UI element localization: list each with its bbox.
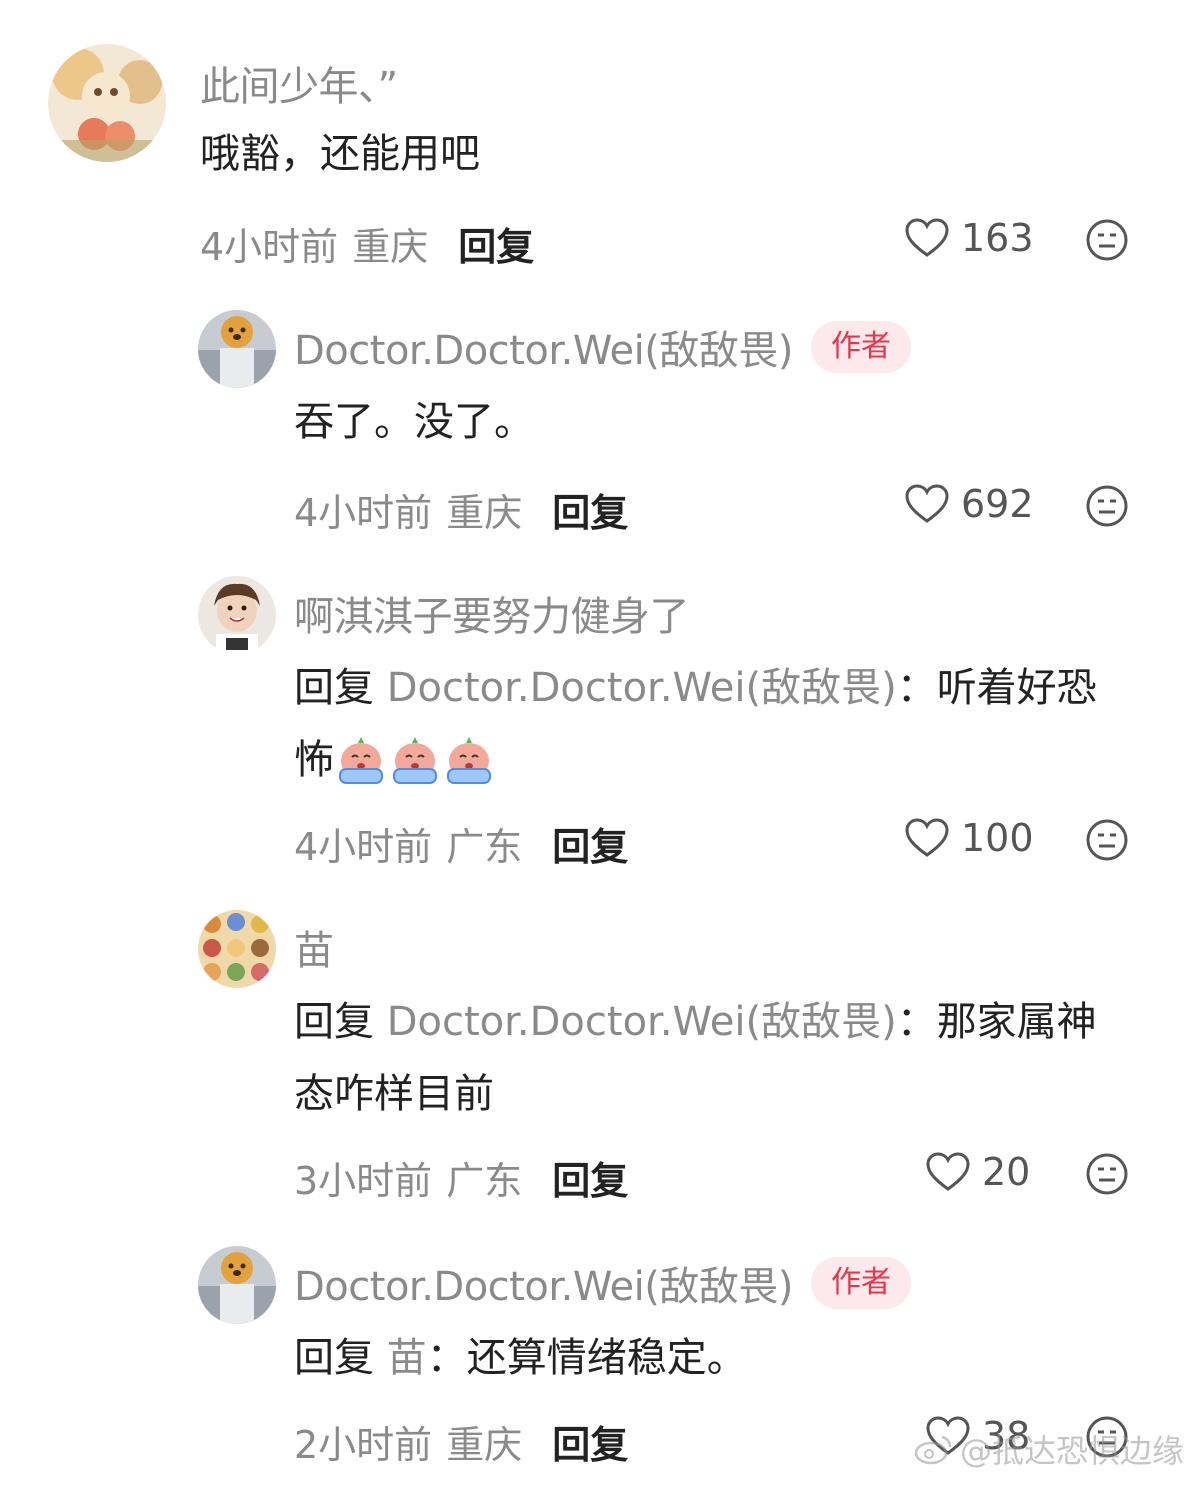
- neutral-face-icon: [1086, 819, 1128, 861]
- watermark-text: @抵达恐惧边缘: [959, 1432, 1184, 1470]
- comment-text: 哦豁，还能用吧: [200, 131, 480, 177]
- comment-text: 回复 Doctor.Doctor.Wei(敌敌畏)：那家属神: [294, 986, 1097, 1058]
- location: 重庆: [446, 1423, 523, 1467]
- timestamp: 4小时前: [200, 225, 339, 269]
- reply-prefix: 回复: [294, 665, 374, 711]
- timestamp: 2小时前: [294, 1423, 433, 1467]
- like-count: 100: [961, 816, 1034, 860]
- like-button[interactable]: 163: [905, 216, 1034, 260]
- neutral-face-icon: [1086, 219, 1128, 261]
- avatar[interactable]: [198, 576, 276, 654]
- weibo-logo-icon: [914, 1435, 952, 1465]
- reply-colon: ：: [426, 1335, 467, 1381]
- reply-button[interactable]: 回复: [552, 1414, 628, 1469]
- timestamp: 4小时前: [294, 825, 433, 869]
- crying-emoji-icon: [339, 737, 383, 784]
- username[interactable]: Doctor.Doctor.Wei(敌敌畏): [294, 318, 793, 376]
- avatar[interactable]: [48, 44, 166, 162]
- reply-button[interactable]: 回复: [552, 482, 628, 537]
- crying-emoji-icon: [447, 737, 491, 784]
- like-count: 20: [982, 1150, 1031, 1194]
- location: 广东: [446, 1159, 523, 1203]
- reply-target-username[interactable]: 苗: [387, 1335, 427, 1381]
- comment-text-body: 还算情绪稳定。: [466, 1335, 747, 1381]
- like-button[interactable]: 20: [926, 1150, 1030, 1194]
- neutral-face-icon: [1086, 1153, 1128, 1195]
- comment-text: 吞了。没了。: [294, 399, 534, 445]
- author-badge: 作者: [810, 321, 911, 373]
- weibo-watermark: @抵达恐惧边缘: [914, 1426, 1184, 1472]
- like-button[interactable]: 100: [905, 816, 1034, 860]
- location: 广东: [446, 825, 523, 869]
- reply-target-username[interactable]: Doctor.Doctor.Wei(敌敌畏): [387, 999, 897, 1045]
- comment-text: 回复 苗：还算情绪稳定。: [294, 1322, 747, 1394]
- crying-emoji-icon: [393, 737, 437, 784]
- comment-text-line2: 态咋样目前: [294, 1071, 494, 1117]
- reply-prefix: 回复: [294, 999, 374, 1045]
- like-button[interactable]: 692: [905, 482, 1034, 526]
- like-count: 692: [961, 482, 1034, 526]
- reply-button[interactable]: 回复: [458, 216, 534, 271]
- timestamp: 3小时前: [294, 1159, 433, 1203]
- like-count: 163: [961, 216, 1034, 260]
- comment-text: 回复 Doctor.Doctor.Wei(敌敌畏)：听着好恐: [294, 652, 1097, 724]
- comment-text-line1: 那家属神: [936, 999, 1097, 1045]
- location: 重庆: [352, 225, 429, 269]
- heart-icon: [905, 818, 949, 857]
- neutral-face-icon: [1086, 485, 1128, 527]
- dislike-button[interactable]: [1086, 1153, 1128, 1199]
- author-badge: 作者: [810, 1257, 911, 1309]
- username[interactable]: Doctor.Doctor.Wei(敌敌畏): [294, 1254, 793, 1312]
- reply-colon: ：: [896, 665, 937, 711]
- crying-emoji-group: [334, 735, 496, 785]
- avatar[interactable]: [198, 910, 276, 988]
- username[interactable]: 苗: [294, 918, 334, 976]
- dislike-button[interactable]: [1086, 219, 1128, 265]
- comment-text-line1: 听着好恐: [936, 665, 1097, 711]
- username[interactable]: 此间少年、”: [200, 54, 398, 112]
- avatar[interactable]: [198, 1246, 276, 1324]
- dislike-button[interactable]: [1086, 819, 1128, 865]
- dislike-button[interactable]: [1086, 485, 1128, 531]
- reply-prefix: 回复: [294, 1335, 374, 1381]
- reply-target-username[interactable]: Doctor.Doctor.Wei(敌敌畏): [387, 665, 897, 711]
- reply-button[interactable]: 回复: [552, 1150, 628, 1205]
- location: 重庆: [446, 491, 523, 535]
- reply-button[interactable]: 回复: [552, 816, 628, 871]
- heart-icon: [905, 218, 949, 257]
- timestamp: 4小时前: [294, 491, 433, 535]
- avatar[interactable]: [198, 310, 276, 388]
- comment-text-line2: 怖: [294, 737, 334, 783]
- heart-icon: [926, 1152, 970, 1191]
- username[interactable]: 啊淇淇子要努力健身了: [294, 584, 690, 642]
- reply-colon: ：: [896, 999, 937, 1045]
- heart-icon: [905, 484, 949, 523]
